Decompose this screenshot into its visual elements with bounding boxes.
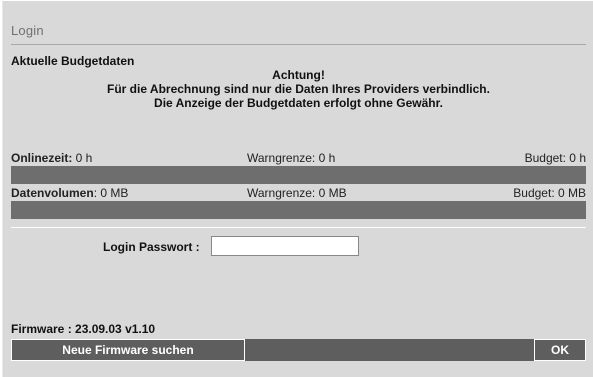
- header-divider: [11, 44, 586, 45]
- onlinezeit-value: 0 h: [72, 151, 93, 165]
- onlinezeit-budget: Budget: 0 h: [524, 151, 586, 165]
- onlinezeit-warngrenze: Warngrenze: 0 h: [247, 151, 336, 165]
- budget-section-title: Aktuelle Budgetdaten: [11, 54, 135, 68]
- footer-bar: Neue Firmware suchen OK: [11, 339, 586, 361]
- onlinezeit-label-group: Onlinezeit: 0 h: [11, 151, 92, 165]
- onlinezeit-row: Onlinezeit: 0 h Warngrenze: 0 h Budget: …: [11, 151, 586, 165]
- datenvolumen-value: : 0 MB: [93, 186, 129, 200]
- login-dialog: Login Aktuelle Budgetdaten Achtung! Für …: [2, 0, 593, 377]
- firmware-version: Firmware : 23.09.03 v1.10: [11, 322, 156, 336]
- section-divider: [11, 227, 586, 228]
- ok-button[interactable]: OK: [534, 339, 586, 361]
- dialog-title: Login: [11, 23, 44, 38]
- budget-notice: Achtung! Für die Abrechnung sind nur die…: [11, 68, 586, 110]
- datenvolumen-label-group: Datenvolumen: 0 MB: [11, 186, 128, 200]
- notice-line-3: Die Anzeige der Budgetdaten erfolgt ohne…: [154, 96, 443, 110]
- datenvolumen-budget: Budget: 0 MB: [513, 186, 586, 200]
- password-label: Login Passwort :: [103, 240, 200, 254]
- datenvolumen-row: Datenvolumen: 0 MB Warngrenze: 0 MB Budg…: [11, 186, 586, 200]
- onlinezeit-label: Onlinezeit:: [11, 151, 73, 165]
- datenvolumen-progress-bar: [11, 201, 586, 219]
- password-input[interactable]: [211, 236, 359, 256]
- datenvolumen-warngrenze: Warngrenze: 0 MB: [247, 186, 347, 200]
- search-firmware-button[interactable]: Neue Firmware suchen: [11, 339, 245, 361]
- onlinezeit-progress-bar: [11, 166, 586, 184]
- datenvolumen-label: Datenvolumen: [11, 186, 94, 200]
- notice-line-2: Für die Abrechnung sind nur die Daten Ih…: [107, 82, 490, 96]
- notice-line-1: Achtung!: [272, 68, 325, 82]
